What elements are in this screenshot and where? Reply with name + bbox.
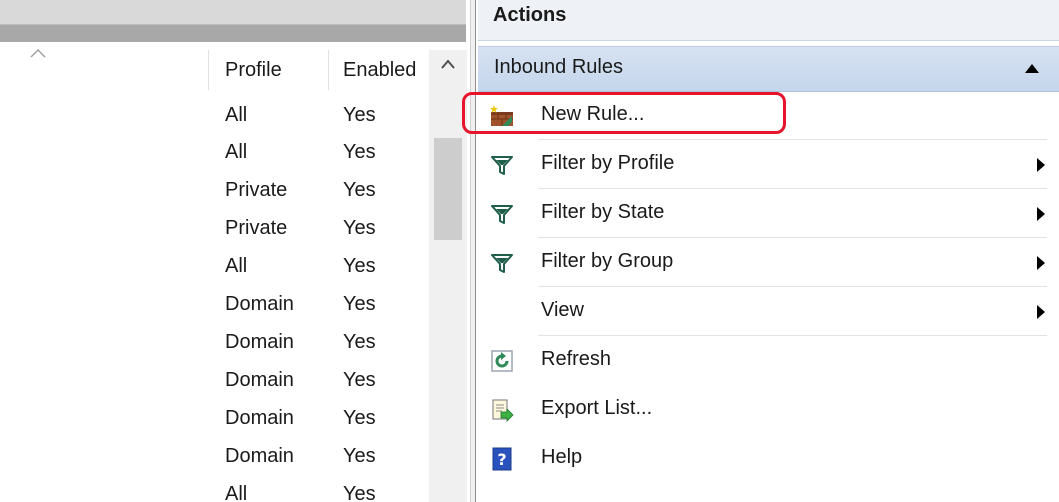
- left-pane-header-strip: [0, 24, 466, 42]
- pane-splitter[interactable]: [470, 0, 476, 502]
- cell-enabled: Yes: [343, 293, 376, 315]
- action-export-list[interactable]: Export List...: [478, 386, 1059, 434]
- scrollbar-thumb[interactable]: [434, 138, 462, 240]
- table-row[interactable]: Domain Yes: [0, 285, 430, 323]
- action-filter-by-group-label: Filter by Group: [541, 250, 674, 272]
- action-new-rule[interactable]: New Rule...: [478, 92, 1059, 140]
- menu-divider: [538, 335, 1047, 336]
- filter-icon: [491, 156, 513, 175]
- cell-profile: Domain: [225, 369, 294, 391]
- table-row[interactable]: All Yes: [0, 475, 430, 502]
- rules-list-pane: Profile Enabled All Yes All Yes Private …: [0, 0, 470, 502]
- cell-profile: Domain: [225, 445, 294, 467]
- cell-profile: All: [225, 141, 248, 163]
- cell-enabled: Yes: [343, 217, 376, 239]
- export-icon: [492, 399, 514, 422]
- action-filter-by-state-label: Filter by State: [541, 201, 665, 223]
- vertical-scrollbar[interactable]: [429, 50, 467, 502]
- cell-profile: Domain: [225, 407, 294, 429]
- menu-divider: [538, 237, 1047, 238]
- action-filter-by-profile-label: Filter by Profile: [541, 152, 675, 174]
- table-row[interactable]: Domain Yes: [0, 399, 430, 437]
- column-header-profile[interactable]: Profile: [225, 55, 282, 85]
- action-filter-by-profile[interactable]: Filter by Profile: [478, 141, 1059, 189]
- action-new-rule-label: New Rule...: [541, 103, 645, 125]
- cell-enabled: Yes: [343, 445, 376, 467]
- cell-profile: All: [225, 104, 248, 126]
- cell-enabled: Yes: [343, 179, 376, 201]
- table-row[interactable]: All Yes: [0, 133, 430, 171]
- cell-enabled: Yes: [343, 141, 376, 163]
- svg-text:?: ?: [497, 450, 506, 469]
- new-rule-icon: [490, 105, 513, 126]
- column-divider[interactable]: [328, 50, 329, 90]
- submenu-arrow-icon: [1037, 256, 1045, 270]
- submenu-arrow-icon: [1037, 207, 1045, 221]
- cell-enabled: Yes: [343, 255, 376, 277]
- action-export-list-label: Export List...: [541, 397, 653, 419]
- cell-enabled: Yes: [343, 407, 376, 429]
- actions-pane-title: Actions: [478, 0, 1059, 41]
- cell-enabled: Yes: [343, 369, 376, 391]
- submenu-arrow-icon: [1037, 158, 1045, 172]
- filter-icon: [491, 254, 513, 273]
- refresh-icon: [491, 350, 513, 372]
- cell-enabled: Yes: [343, 104, 376, 126]
- actions-title-label: Actions: [493, 4, 567, 26]
- action-refresh-label: Refresh: [541, 348, 612, 370]
- filter-icon: [491, 205, 513, 224]
- submenu-arrow-icon: [1037, 305, 1045, 319]
- action-help[interactable]: ? Help: [478, 435, 1059, 483]
- left-pane-header: [0, 0, 466, 42]
- table-row[interactable]: Private Yes: [0, 171, 430, 209]
- cell-profile: All: [225, 483, 248, 502]
- cell-enabled: Yes: [343, 331, 376, 353]
- collapse-up-arrow-icon[interactable]: [1025, 64, 1039, 73]
- cell-profile: Domain: [225, 331, 294, 353]
- action-view[interactable]: View: [478, 288, 1059, 336]
- section-header-inbound-rules[interactable]: Inbound Rules: [478, 46, 1059, 92]
- action-view-label: View: [541, 299, 584, 321]
- cell-profile: Private: [225, 179, 288, 201]
- actions-pane: Actions Inbound Rules New Rule... Filter…: [478, 0, 1059, 502]
- menu-divider: [538, 188, 1047, 189]
- cell-enabled: Yes: [343, 483, 376, 502]
- table-row[interactable]: Domain Yes: [0, 437, 430, 475]
- table-row[interactable]: Domain Yes: [0, 361, 430, 399]
- table-row[interactable]: All Yes: [0, 247, 430, 285]
- cell-profile: All: [225, 255, 248, 277]
- column-header-enabled[interactable]: Enabled: [343, 55, 416, 85]
- menu-divider: [538, 286, 1047, 287]
- cell-profile: Domain: [225, 293, 294, 315]
- sort-ascending-icon[interactable]: [30, 48, 46, 58]
- column-divider[interactable]: [208, 50, 209, 90]
- scroll-up-arrow-icon[interactable]: [440, 58, 456, 70]
- action-filter-by-state[interactable]: Filter by State: [478, 190, 1059, 238]
- help-icon: ?: [492, 447, 512, 471]
- table-row[interactable]: Private Yes: [0, 209, 430, 247]
- table-row[interactable]: All Yes: [0, 96, 430, 134]
- menu-divider: [538, 139, 1047, 140]
- action-filter-by-group[interactable]: Filter by Group: [478, 239, 1059, 287]
- action-help-label: Help: [541, 446, 583, 468]
- action-refresh[interactable]: Refresh: [478, 337, 1059, 385]
- table-row[interactable]: Domain Yes: [0, 323, 430, 361]
- cell-profile: Private: [225, 217, 288, 239]
- section-header-label: Inbound Rules: [494, 56, 623, 78]
